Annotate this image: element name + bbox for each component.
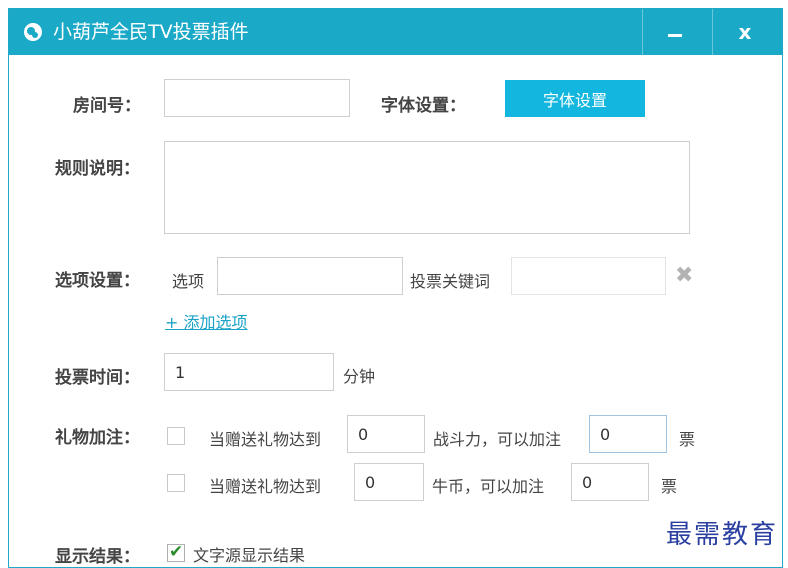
display-result-checkbox[interactable]: ✔ xyxy=(167,542,185,562)
add-option-link[interactable]: + 添加选项 xyxy=(165,309,248,333)
titlebar-divider xyxy=(712,9,713,55)
gift-rule-2-suffix: 票 xyxy=(661,477,678,496)
keyword-input[interactable] xyxy=(511,257,666,295)
app-logo-icon xyxy=(24,23,42,41)
keyword-label: 投票关键词 xyxy=(410,272,491,291)
watermark-text: 最需教育 xyxy=(665,520,778,550)
checkmark-icon: ✔ xyxy=(169,542,184,562)
gift-rule-2-prefix: 当赠送礼物达到 xyxy=(209,477,322,496)
vote-time-label: 投票时间： xyxy=(55,368,140,388)
option-input[interactable] xyxy=(217,257,403,295)
minimize-icon xyxy=(668,33,682,37)
titlebar-divider xyxy=(642,9,643,55)
display-result-label: 显示结果： xyxy=(55,547,140,567)
display-result-text: 文字源显示结果 xyxy=(193,546,306,565)
room-label: 房间号： xyxy=(73,96,141,116)
plugin-window: 小葫芦全民TV投票插件 x 房间号： 字体设置： 字体设置 规则说明： 选项设置… xyxy=(8,8,783,568)
gift-rule-2-threshold-input[interactable] xyxy=(354,463,424,501)
rules-textarea[interactable] xyxy=(164,141,690,234)
gift-rule-2-middle: 牛币，可以加注 xyxy=(432,477,545,496)
room-input[interactable] xyxy=(164,79,350,117)
options-label: 选项设置： xyxy=(55,271,140,291)
vote-time-unit: 分钟 xyxy=(343,367,376,386)
gift-bonus-label: 礼物加注： xyxy=(55,428,140,448)
gift-rule-1-checkbox[interactable] xyxy=(167,427,185,445)
title-bar[interactable]: 小葫芦全民TV投票插件 x xyxy=(9,9,782,55)
gift-rule-2-bonus-input[interactable] xyxy=(571,463,649,501)
gift-rule-1-threshold-input[interactable] xyxy=(347,415,425,453)
font-label: 字体设置： xyxy=(381,96,466,116)
window-title: 小葫芦全民TV投票插件 xyxy=(53,21,249,43)
option-label: 选项 xyxy=(172,272,205,291)
close-button[interactable]: x xyxy=(715,9,775,55)
remove-option-icon[interactable]: ✖ xyxy=(675,263,693,288)
minimize-button[interactable] xyxy=(645,9,705,55)
gift-rule-1-middle: 战斗力，可以加注 xyxy=(433,430,562,449)
gift-rule-1-bonus-input[interactable] xyxy=(589,415,667,453)
close-icon: x xyxy=(738,20,752,44)
rules-label: 规则说明： xyxy=(55,159,140,179)
gift-rule-1-prefix: 当赠送礼物达到 xyxy=(209,430,322,449)
gift-rule-1-suffix: 票 xyxy=(679,430,696,449)
gift-rule-2-checkbox[interactable] xyxy=(167,474,185,492)
font-settings-button[interactable]: 字体设置 xyxy=(505,80,645,117)
vote-time-input[interactable] xyxy=(164,353,334,391)
